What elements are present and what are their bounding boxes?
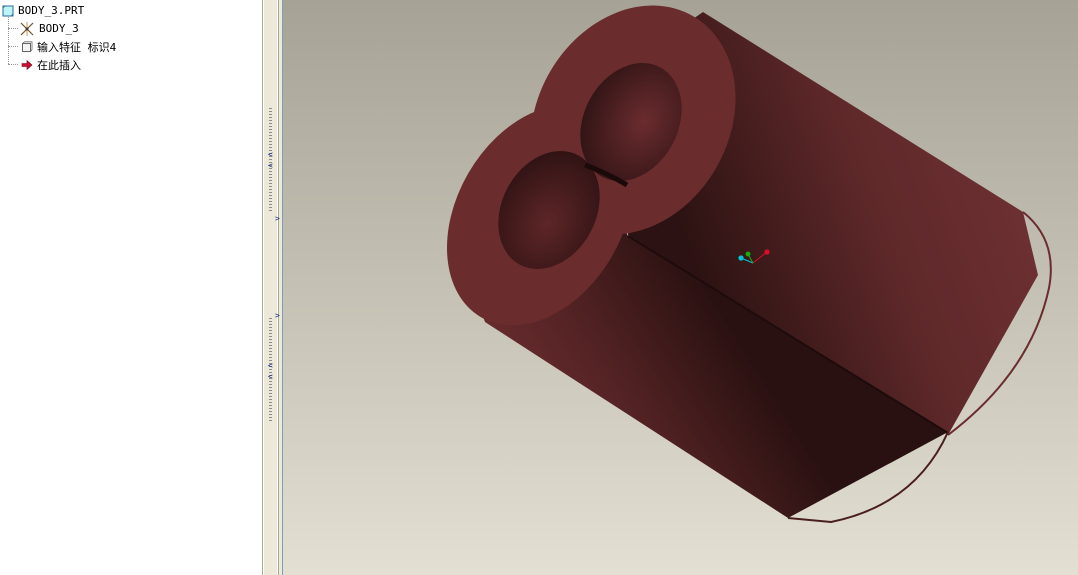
tree-item-label: 输入特征 标识4 xyxy=(37,40,117,54)
collapse-left-icon[interactable]: < xyxy=(268,151,273,159)
coordinate-system-icon xyxy=(20,21,34,36)
expand-right-icon[interactable]: > xyxy=(275,312,280,320)
tree-item-label: BODY_3 xyxy=(39,22,79,35)
tree-item-label: 在此插入 xyxy=(37,58,81,72)
expand-right-icon[interactable]: > xyxy=(275,215,280,223)
insert-here-arrow-icon xyxy=(21,59,33,70)
tree-root-label: BODY_3.PRT xyxy=(18,4,85,17)
collapse-left-icon[interactable]: < xyxy=(268,162,273,170)
tree-root-item[interactable]: BODY_3.PRT xyxy=(2,2,84,19)
panel-splitter[interactable] xyxy=(262,0,283,575)
model-3d-render xyxy=(283,0,1078,575)
import-feature-icon xyxy=(22,40,33,52)
graphics-viewport[interactable] xyxy=(283,0,1078,575)
tree-item-csys[interactable]: BODY_3 xyxy=(19,20,79,37)
part-icon xyxy=(2,5,14,16)
tree-item-insert-here[interactable]: 在此插入 xyxy=(21,56,81,73)
collapse-left-icon[interactable]: < xyxy=(268,373,273,381)
collapse-left-icon[interactable]: < xyxy=(268,362,273,370)
tree-item-import-feature[interactable]: 输入特征 标识4 xyxy=(21,38,116,55)
model-tree-panel: BODY_3.PRT BODY_3 输入特征 标识4 在此插入 xyxy=(0,0,262,575)
splitter-grip-bottom[interactable] xyxy=(269,318,272,423)
